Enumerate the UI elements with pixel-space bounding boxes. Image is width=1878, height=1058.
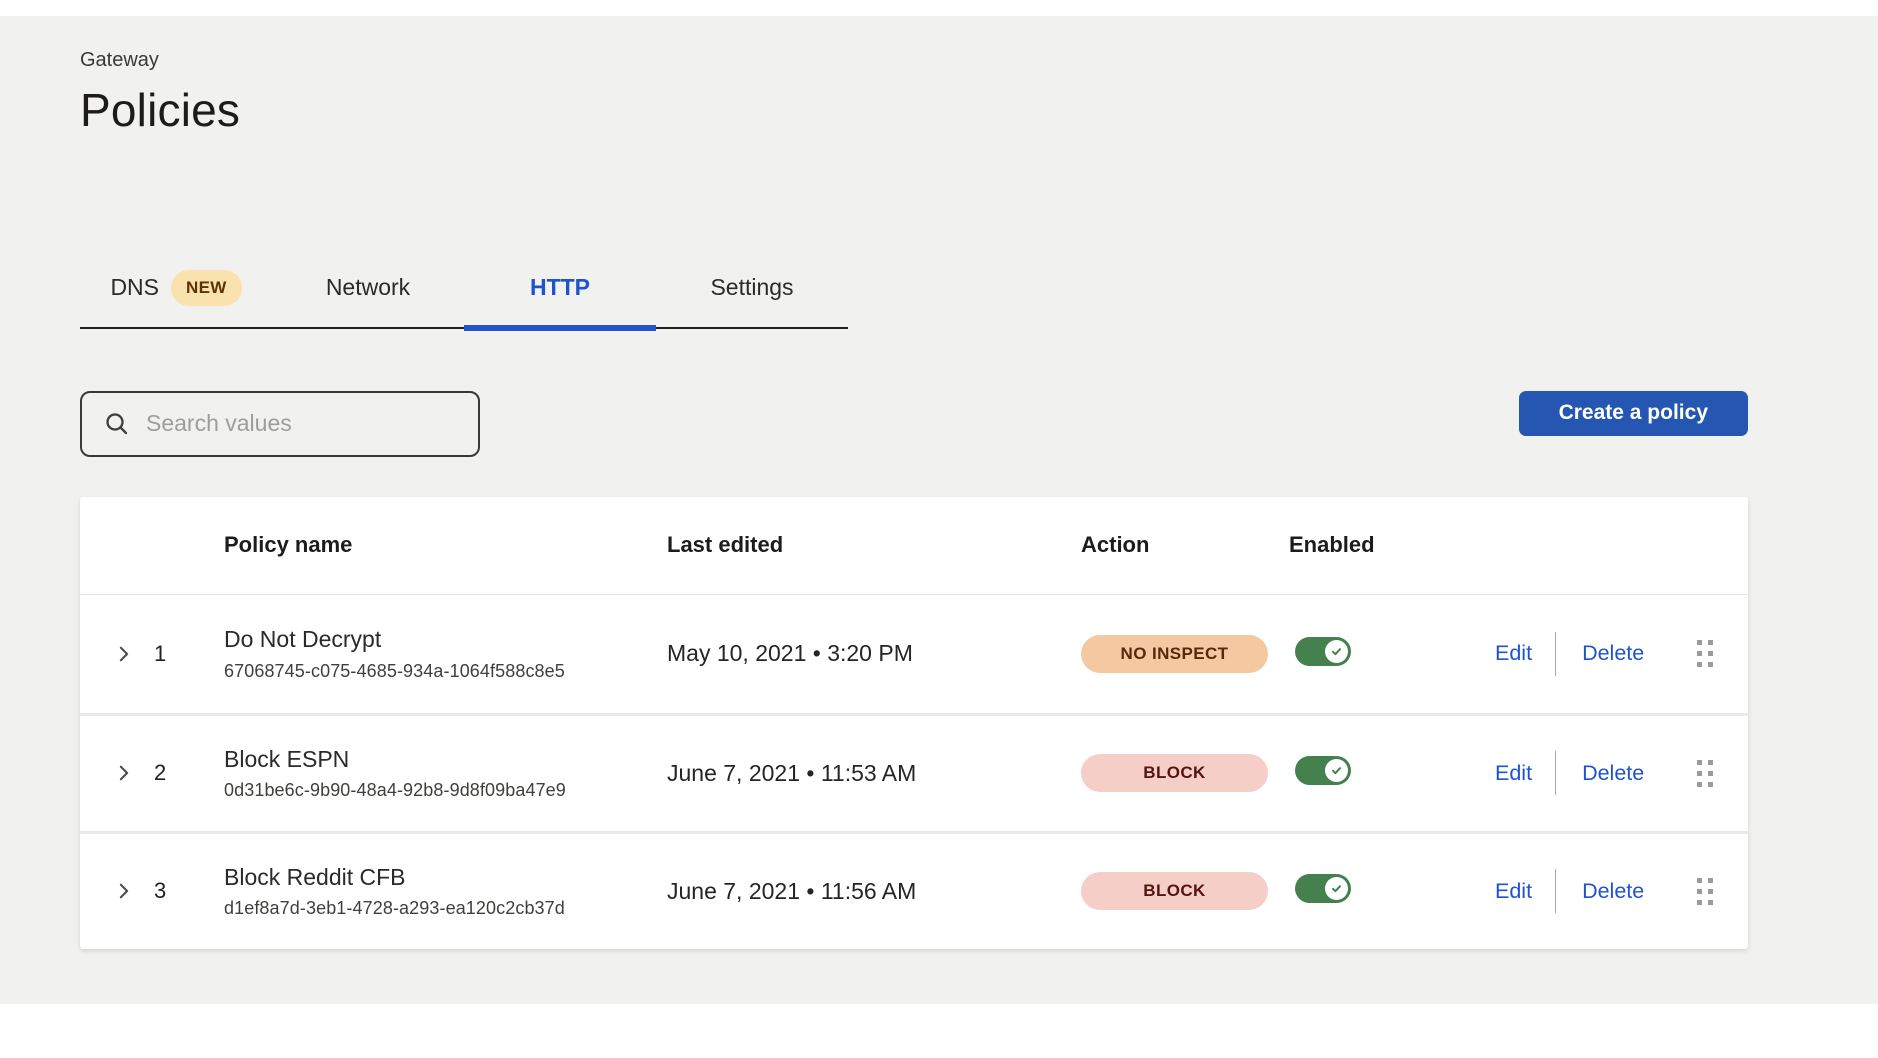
policy-name: Do Not Decrypt xyxy=(224,626,660,654)
toggle-knob xyxy=(1325,640,1348,663)
breadcrumb-section: Gateway xyxy=(80,46,1748,74)
toggle-knob xyxy=(1325,877,1348,900)
edit-link[interactable]: Edit xyxy=(1495,761,1532,786)
search-input[interactable] xyxy=(144,409,478,438)
policy-uuid: 67068745-c075-4685-934a-1064f588c8e5 xyxy=(224,661,660,682)
chevron-right-icon xyxy=(114,644,134,664)
delete-link[interactable]: Delete xyxy=(1582,641,1644,666)
tab-settings[interactable]: Settings xyxy=(656,249,848,327)
last-edited-value: June 7, 2021 • 11:56 AM xyxy=(660,878,1077,905)
policies-table: Policy name Last edited Action Enabled 1… xyxy=(80,497,1748,949)
table-row: 3 Block Reddit CFB d1ef8a7d-3eb1-4728-a2… xyxy=(80,831,1748,949)
header-enabled: Enabled xyxy=(1285,532,1481,558)
toolbar: Create a policy xyxy=(80,391,1748,457)
header-policy-name: Policy name xyxy=(190,532,660,558)
header-last-edited: Last edited xyxy=(660,532,1077,558)
tab-label: DNS xyxy=(110,274,159,301)
tab-network[interactable]: Network xyxy=(272,249,464,327)
tab-dns[interactable]: DNS NEW xyxy=(80,249,272,327)
tab-label: Network xyxy=(326,274,410,301)
edit-link[interactable]: Edit xyxy=(1495,641,1532,666)
chevron-right-icon xyxy=(114,881,134,901)
tab-http[interactable]: HTTP xyxy=(464,249,656,327)
enabled-toggle[interactable] xyxy=(1295,874,1351,903)
last-edited-value: May 10, 2021 • 3:20 PM xyxy=(660,640,1077,667)
delete-link[interactable]: Delete xyxy=(1582,761,1644,786)
check-icon xyxy=(1330,882,1343,895)
action-badge: BLOCK xyxy=(1081,872,1268,910)
chevron-right-icon xyxy=(114,763,134,783)
expand-row-button[interactable] xyxy=(110,759,138,787)
gateway-policies-page: Gateway Policies DNS NEW Network HTTP Se… xyxy=(0,16,1878,1004)
edit-link[interactable]: Edit xyxy=(1495,879,1532,904)
check-icon xyxy=(1330,645,1343,658)
search-box[interactable] xyxy=(80,391,480,457)
action-divider xyxy=(1555,632,1556,676)
search-icon xyxy=(104,411,130,437)
tabs: DNS NEW Network HTTP Settings xyxy=(80,249,848,329)
table-row: 1 Do Not Decrypt 67068745-c075-4685-934a… xyxy=(80,595,1748,713)
drag-handle-icon[interactable] xyxy=(1697,760,1713,787)
action-divider xyxy=(1555,751,1556,795)
page-title: Policies xyxy=(80,84,1748,137)
policy-uuid: 0d31be6c-9b90-48a4-92b8-9d8f09ba47e9 xyxy=(224,780,660,801)
row-number: 3 xyxy=(142,878,190,904)
enabled-toggle[interactable] xyxy=(1295,756,1351,785)
drag-handle-icon[interactable] xyxy=(1697,640,1713,667)
policy-name: Block Reddit CFB xyxy=(224,864,660,892)
create-policy-button[interactable]: Create a policy xyxy=(1519,391,1748,436)
table-row: 2 Block ESPN 0d31be6c-9b90-48a4-92b8-9d8… xyxy=(80,713,1748,831)
drag-handle-icon[interactable] xyxy=(1697,878,1713,905)
enabled-toggle[interactable] xyxy=(1295,637,1351,666)
table-header-row: Policy name Last edited Action Enabled xyxy=(80,497,1748,595)
action-badge: NO INSPECT xyxy=(1081,635,1268,673)
toggle-knob xyxy=(1325,759,1348,782)
new-badge: NEW xyxy=(171,270,242,306)
policy-name: Block ESPN xyxy=(224,746,660,774)
expand-row-button[interactable] xyxy=(110,877,138,905)
tab-label: HTTP xyxy=(530,274,590,301)
delete-link[interactable]: Delete xyxy=(1582,879,1644,904)
row-number: 2 xyxy=(142,760,190,786)
tab-label: Settings xyxy=(710,274,793,301)
expand-row-button[interactable] xyxy=(110,640,138,668)
header-action: Action xyxy=(1077,532,1285,558)
table-body: 1 Do Not Decrypt 67068745-c075-4685-934a… xyxy=(80,595,1748,949)
check-icon xyxy=(1330,764,1343,777)
last-edited-value: June 7, 2021 • 11:53 AM xyxy=(660,760,1077,787)
row-number: 1 xyxy=(142,641,190,667)
policy-uuid: d1ef8a7d-3eb1-4728-a293-ea120c2cb37d xyxy=(224,898,660,919)
action-divider xyxy=(1555,869,1556,913)
action-badge: BLOCK xyxy=(1081,754,1268,792)
